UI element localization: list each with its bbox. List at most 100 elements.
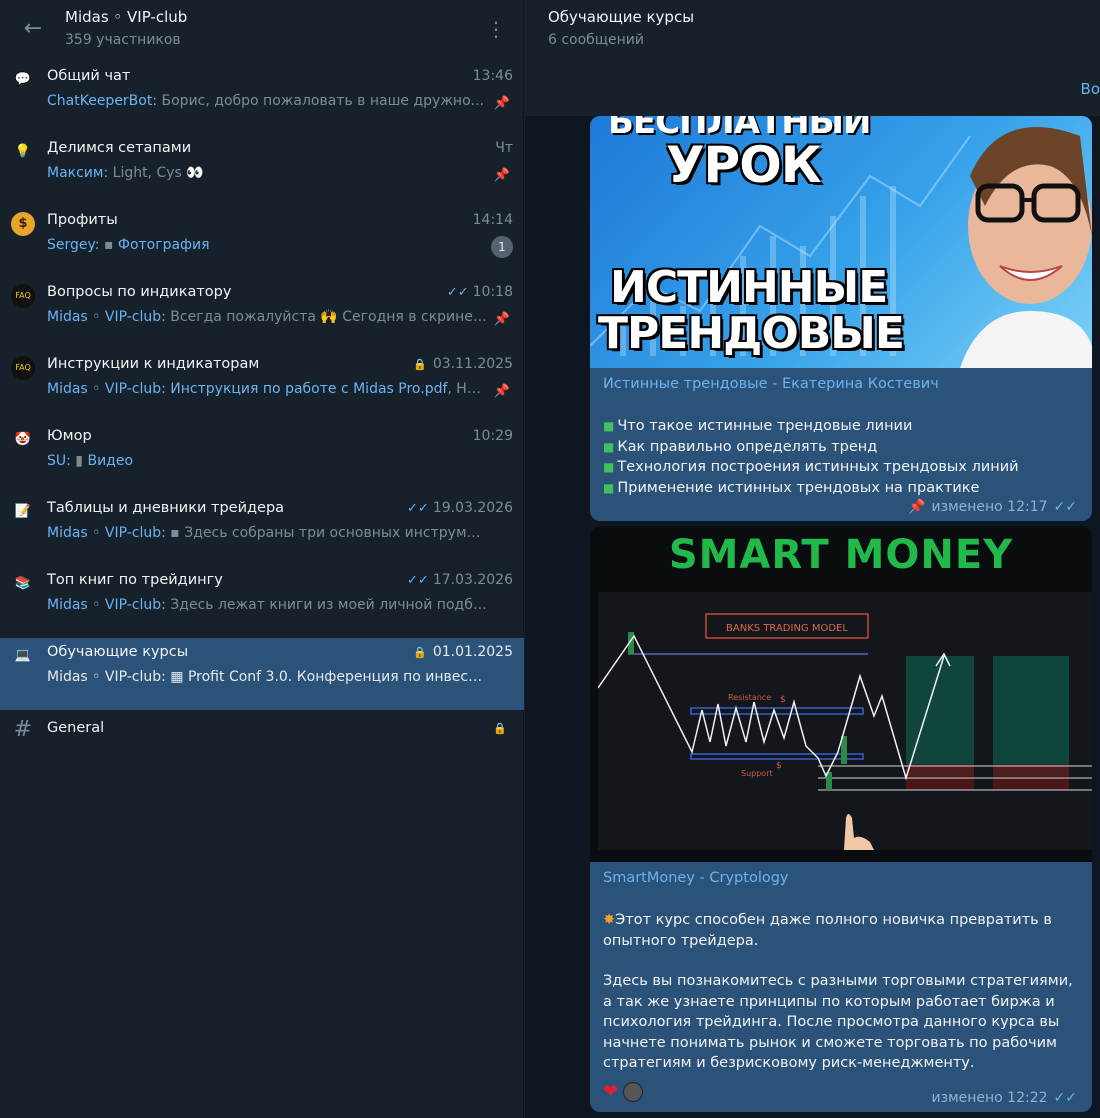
chart-dollar-label-2: $ [776,761,782,771]
topic-item[interactable]: 💬 Общий чат 13:46 ChatKeeperBot: Борис, доб… [0,62,524,134]
course-link-title[interactable]: Истинные трендовые - Екатерина Костевич [603,376,939,392]
chart-resistance-label: Resistance [728,693,771,702]
topic-name: Профиты [47,212,118,228]
lock-icon: 🔒 [493,722,507,735]
check-box-icon: ■ [603,439,615,454]
topic-item[interactable]: # General 🔒 [0,710,524,782]
banner-title-smart-money: SMART MONEY [668,532,1014,578]
topic-time: 🔒 [493,720,513,736]
topic-item[interactable]: 💻 Обучающие курсы 🔒 01.01.2025 Midas ◦ VIP-c… [0,638,524,710]
topic-item[interactable]: 📝 Таблицы и дневники трейдера ✓✓ 19.03.2026… [0,494,524,566]
topic-name: Делимся сетапами [47,140,192,156]
topic-item[interactable]: FAQ Инструкции к индикаторам 🔒 03.11.2025 Mi… [0,350,524,422]
bullet-item: ■ Технология построения истинных трендовы… [603,459,1019,475]
course-bullet-list: ■ Что такое истинные трендовые линии ■ Как… [603,416,1079,498]
description-paragraph-2: Здесь вы познакомитесь с разными торговы… [603,973,1073,1071]
topic-last-message: Midas ◦ VIP-club: Инструкция по работе с… [47,381,487,397]
clown-icon: 🤡 [14,432,32,447]
topic-item[interactable]: 🤡 Юмор 10:29 SU: ▮ Видео [0,422,524,494]
topic-name: Общий чат [47,68,131,84]
topic-name: Таблицы и дневники трейдера [47,500,285,516]
banner-text-true: ИСТИННЫЕ [610,262,888,313]
message-bubble[interactable]: SMART MONEY BANKS TRADING MODEL Resistan… [590,526,1092,1112]
topics-panel: ← Midas ◦ VIP-club 359 участников ⋮ 💬 Общ… [0,0,524,1118]
chat-header: Обучающие курсы 6 сообщений Во [525,0,1100,116]
course-banner-image[interactable]: SMART MONEY BANKS TRADING MODEL Resistan… [590,526,1092,862]
chart-label-box: BANKS TRADING MODEL [726,623,848,634]
chat-message-count: 6 сообщений [548,32,644,48]
pin-icon: 📌 [493,168,510,183]
topic-time: ✓✓ 10:18 [446,284,513,300]
trading-model-chart: BANKS TRADING MODEL Resistance $ Support… [597,592,1092,850]
topic-time: 14:14 [472,212,513,228]
topic-time: Чт [495,140,513,156]
topic-time: 🔒 03.11.2025 [413,356,513,372]
header-link-cut[interactable]: Во [1081,80,1100,98]
double-check-icon: ✓✓ [446,285,469,300]
banner-text-trend: ТРЕНДОВЫЕ [598,308,905,359]
course-link-title[interactable]: SmartMoney - Cryptology [603,870,789,886]
group-members-count: 359 участников [65,32,181,48]
lamp-icon: 💡 [14,144,32,159]
bullet-item: ■ Что такое истинные трендовые линии [603,418,913,434]
topic-name: Топ книг по трейдингу [47,572,223,588]
topic-time: 🔒 01.01.2025 [413,644,513,660]
topic-last-message: Midas ◦ VIP-club: Здесь лежат книги из м… [47,597,487,613]
chat-title: Обучающие курсы [548,8,695,26]
speech-bubble-icon: 💬 [14,72,32,87]
reactions-row[interactable]: ❤ [603,1081,644,1103]
topic-last-message: ChatKeeperBot: Борис, добро пожаловать в… [47,93,484,109]
faq-icon: FAQ [11,284,35,308]
hash-icon: # [13,717,33,742]
message-bubble[interactable]: БЕСПЛАТНЫЙ УРОК ИСТИННЫЕ ТРЕНДОВЫЕ Истин… [590,116,1092,521]
pin-icon: 📌 [908,499,926,515]
topic-last-message: Midas ◦ VIP-club: ▦ Profit Conf 3.0. Кон… [47,669,487,685]
double-check-icon: ✓✓ [407,501,429,516]
pin-icon: 📌 [493,312,510,327]
double-check-icon: ✓✓ [1053,499,1077,515]
topic-time: ✓✓ 19.03.2026 [407,500,513,516]
check-box-icon: ■ [603,460,615,474]
pin-icon: 📌 [493,384,510,399]
topic-last-message: Sergey: ▪ Фотография [47,237,210,253]
topic-last-message: Midas ◦ VIP-club: ▪ Здесь собраны три ос… [47,525,487,541]
lock-icon: 🔒 [413,646,427,659]
topic-last-message: Максим: Light, Cys 👀 [47,165,204,181]
course-banner-image[interactable]: БЕСПЛАТНЫЙ УРОК ИСТИННЫЕ ТРЕНДОВЫЕ [590,116,1092,368]
books-icon: 📚 [14,576,32,591]
topic-name: Инструкции к индикаторам [47,356,260,372]
unread-badge: 1 [491,236,513,258]
topic-last-message: Midas ◦ VIP-club: Всегда пожалуйста 🙌 Се… [47,309,487,325]
course-description: ✸Этот курс способен даже полного новичка… [603,910,1079,1074]
topic-name: Обучающие курсы [47,644,189,660]
bullet-item: ■ Как правильно определять тренд [603,438,878,455]
double-check-icon: ✓✓ [407,573,429,588]
topic-item[interactable]: 💡 Делимся сетапами Чт Максим: Light, Cys 👀 📌 [0,134,524,206]
topic-last-message: SU: ▮ Видео [47,453,134,469]
topic-time: ✓✓ 17.03.2026 [407,572,513,588]
topic-time: 13:46 [472,68,513,84]
check-box-icon: ■ [603,480,615,495]
message-meta: изменено 12:22 ✓✓ [931,1090,1077,1106]
group-header: ← Midas ◦ VIP-club 359 участников ⋮ [0,0,524,62]
lock-icon: 🔒 [413,358,427,371]
chart-dollar-label: $ [780,695,786,705]
topic-item[interactable]: $ Профиты 14:14 Sergey: ▪ Фотография 1 [0,206,524,278]
topic-name: Юмор [47,428,92,444]
more-options-icon[interactable]: ⋮ [484,14,508,44]
banner-text-lesson: УРОК [666,136,822,194]
heart-reaction-icon[interactable]: ❤ [603,1081,618,1102]
back-arrow-icon[interactable]: ← [18,14,48,44]
memo-icon: 📝 [14,504,32,519]
check-box-icon: ■ [603,419,615,433]
pin-icon: 📌 [493,96,510,111]
topic-item[interactable]: FAQ Вопросы по индикатору ✓✓ 10:18 Midas ◦ V… [0,278,524,350]
topic-name: General [47,720,105,736]
explosion-icon: ✸ [603,912,616,928]
reactor-avatar [623,1081,644,1102]
faq-icon: FAQ [11,356,35,380]
topic-time: 10:29 [472,428,513,444]
presenter-photo [960,127,1092,368]
topic-item[interactable]: 📚 Топ книг по трейдингу ✓✓ 17.03.2026 Midas … [0,566,524,638]
chat-panel: Обучающие курсы 6 сообщений Во БЕСПЛАТНЫ… [525,0,1100,1118]
